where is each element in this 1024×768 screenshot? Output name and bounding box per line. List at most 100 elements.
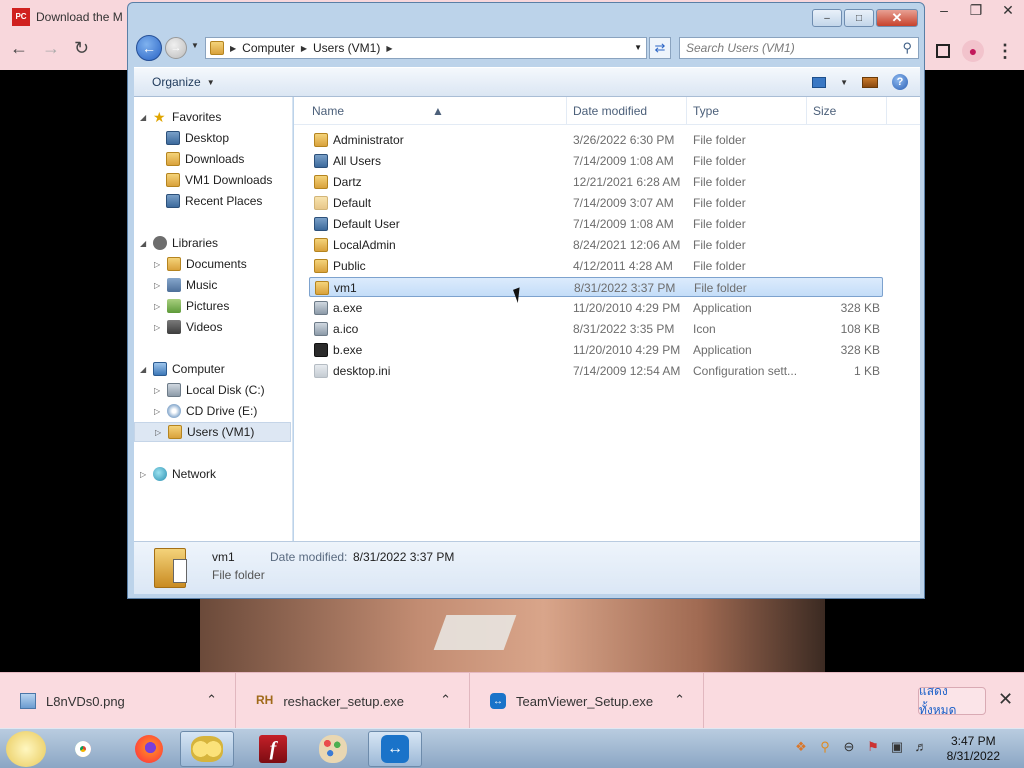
recent-pages-dropdown[interactable]: ▼ <box>191 41 199 50</box>
browser-minimize-button[interactable]: – <box>928 0 960 20</box>
expanded-triangle-icon[interactable]: ◢ <box>140 239 148 248</box>
expanded-triangle-icon[interactable]: ◢ <box>140 365 148 374</box>
tree-item-vm1-downloads[interactable]: VM1 Downloads <box>166 170 272 190</box>
taskbar-firefox[interactable] <box>122 731 176 767</box>
column-divider[interactable] <box>886 97 887 125</box>
flash-icon: f <box>259 735 287 763</box>
file-row[interactable]: Default 7/14/2009 3:07 AM File folder <box>294 193 920 213</box>
collapsed-triangle-icon[interactable]: ▷ <box>140 470 148 479</box>
tree-item-local-disk[interactable]: ▷ Local Disk (C:) <box>154 380 265 400</box>
show-all-button[interactable]: แสดงทั้งหมด <box>918 684 986 717</box>
browser-close-button[interactable]: ✕ <box>992 0 1024 20</box>
file-row[interactable]: Default User 7/14/2009 1:08 AM File fold… <box>294 214 920 234</box>
address-dropdown-icon[interactable]: ▼ <box>634 43 642 52</box>
chevron-up-icon[interactable]: ⌃ <box>440 692 451 708</box>
collapsed-triangle-icon[interactable]: ▷ <box>154 407 162 416</box>
breadcrumb-computer[interactable]: Computer <box>242 41 295 55</box>
tray-minus-icon[interactable]: ⊖ <box>840 739 858 755</box>
tree-item-recent-places[interactable]: Recent Places <box>166 191 262 211</box>
side-panel-icon[interactable] <box>936 44 950 58</box>
preview-pane-icon[interactable] <box>862 76 878 88</box>
forward-arrow-icon[interactable]: → <box>42 38 60 59</box>
tray-flag-icon[interactable]: ⚑ <box>864 739 882 755</box>
expanded-triangle-icon[interactable]: ◢ <box>140 113 148 122</box>
tree-item-cd-drive[interactable]: ▷ CD Drive (E:) <box>154 401 257 421</box>
tree-favorites[interactable]: ◢ ★ Favorites <box>140 107 221 127</box>
file-row[interactable]: All Users 7/14/2009 1:08 AM File folder <box>294 151 920 171</box>
file-row[interactable]: b.exe 11/20/2010 4:29 PM Application 328… <box>294 340 920 360</box>
start-button[interactable] <box>6 731 46 767</box>
close-icon[interactable]: ✕ <box>998 689 1013 710</box>
tree-item-music[interactable]: ▷ Music <box>154 275 217 295</box>
network-tray-icon[interactable]: ▣ <box>888 739 906 755</box>
file-row[interactable]: Public 4/12/2011 4:28 AM File folder <box>294 256 920 276</box>
file-row[interactable]: Dartz 12/21/2021 6:28 AM File folder <box>294 172 920 192</box>
change-view-icon[interactable] <box>812 76 827 88</box>
tray-search-icon[interactable]: ⚲ <box>816 739 834 755</box>
maximize-button[interactable]: □ <box>844 9 874 27</box>
back-button[interactable]: ← <box>136 35 162 61</box>
column-divider[interactable] <box>686 97 687 125</box>
chevron-up-icon[interactable]: ⌃ <box>206 692 217 708</box>
reload-icon[interactable]: ↻ <box>74 38 89 59</box>
collapsed-triangle-icon[interactable]: ▷ <box>154 302 162 311</box>
browser-tab[interactable]: PC Download the M <box>12 4 123 30</box>
tree-network[interactable]: ▷ Network <box>140 464 216 484</box>
forward-button[interactable]: → <box>165 37 187 59</box>
taskbar-paint[interactable] <box>306 731 360 767</box>
column-divider[interactable] <box>566 97 567 125</box>
breadcrumb-separator-icon[interactable]: ▶ <box>386 44 392 53</box>
column-header-size[interactable]: Size <box>813 104 836 118</box>
download-item[interactable]: ↔ TeamViewer_Setup.exe ⌃ <box>470 673 704 729</box>
breadcrumb-users[interactable]: Users (VM1) <box>313 41 380 55</box>
taskbar-explorer[interactable] <box>180 731 234 767</box>
clock[interactable]: 3:47 PM 8/31/2022 <box>947 734 1000 764</box>
column-divider[interactable] <box>806 97 807 125</box>
tree-item-pictures[interactable]: ▷ Pictures <box>154 296 229 316</box>
address-bar[interactable]: ▶ Computer ▶ Users (VM1) ▶ ▼ <box>205 37 647 59</box>
help-icon[interactable]: ? <box>892 74 908 90</box>
tray-app-icon[interactable]: ❖ <box>792 739 810 755</box>
tree-libraries[interactable]: ◢ Libraries <box>140 233 218 253</box>
column-header-name[interactable]: Name <box>312 104 344 118</box>
file-row[interactable]: LocalAdmin 8/24/2021 12:06 AM File folde… <box>294 235 920 255</box>
organize-button[interactable]: Organize ▼ <box>152 75 215 89</box>
download-item[interactable]: RH reshacker_setup.exe ⌃ <box>236 673 470 729</box>
file-row[interactable]: a.ico 8/31/2022 3:35 PM Icon 108 KB <box>294 319 920 339</box>
view-options-chevron-icon[interactable]: ▼ <box>840 78 848 87</box>
profile-avatar-icon[interactable]: ● <box>962 40 984 62</box>
refresh-button[interactable]: ⇄ <box>649 37 671 59</box>
file-row[interactable]: desktop.ini 7/14/2009 12:54 AM Configura… <box>294 361 920 381</box>
tree-item-desktop[interactable]: Desktop <box>166 128 229 148</box>
file-row-selected[interactable]: vm1 8/31/2022 3:37 PM File folder <box>309 277 883 297</box>
collapsed-triangle-icon[interactable]: ▷ <box>154 281 162 290</box>
taskbar-teamviewer[interactable]: ↔ <box>368 731 422 767</box>
browser-restore-button[interactable]: ❐ <box>960 0 992 20</box>
back-arrow-icon[interactable]: ← <box>10 38 28 59</box>
breadcrumb-separator-icon[interactable]: ▶ <box>301 44 307 53</box>
file-row[interactable]: Administrator 3/26/2022 6:30 PM File fol… <box>294 130 920 150</box>
chevron-up-icon[interactable]: ⌃ <box>674 692 685 708</box>
close-button[interactable]: ✕ <box>876 9 918 27</box>
download-item[interactable]: L8nVDs0.png ⌃ <box>0 673 236 729</box>
search-input[interactable]: Search Users (VM1) ⚲ <box>679 37 919 59</box>
minimize-button[interactable]: – <box>812 9 842 27</box>
tree-item-users-vm1[interactable]: ▷ Users (VM1) <box>134 422 291 442</box>
file-row[interactable]: a.exe 11/20/2010 4:29 PM Application 328… <box>294 298 920 318</box>
tree-computer[interactable]: ◢ Computer <box>140 359 225 379</box>
taskbar-chrome[interactable] <box>56 731 110 767</box>
volume-icon[interactable]: ♬ <box>912 739 930 755</box>
collapsed-triangle-icon[interactable]: ▷ <box>155 428 163 437</box>
tree-item-documents[interactable]: ▷ Documents <box>154 254 247 274</box>
tree-item-downloads[interactable]: Downloads <box>166 149 244 169</box>
search-icon[interactable]: ⚲ <box>902 40 912 56</box>
kebab-menu-icon[interactable]: ⋮ <box>996 41 1014 62</box>
column-header-type[interactable]: Type <box>693 104 719 118</box>
column-header-date[interactable]: Date modified <box>573 104 647 118</box>
tree-item-videos[interactable]: ▷ Videos <box>154 317 222 337</box>
collapsed-triangle-icon[interactable]: ▷ <box>154 386 162 395</box>
breadcrumb-separator-icon[interactable]: ▶ <box>230 44 236 53</box>
taskbar-flash[interactable]: f <box>246 731 300 767</box>
collapsed-triangle-icon[interactable]: ▷ <box>154 323 162 332</box>
collapsed-triangle-icon[interactable]: ▷ <box>154 260 162 269</box>
